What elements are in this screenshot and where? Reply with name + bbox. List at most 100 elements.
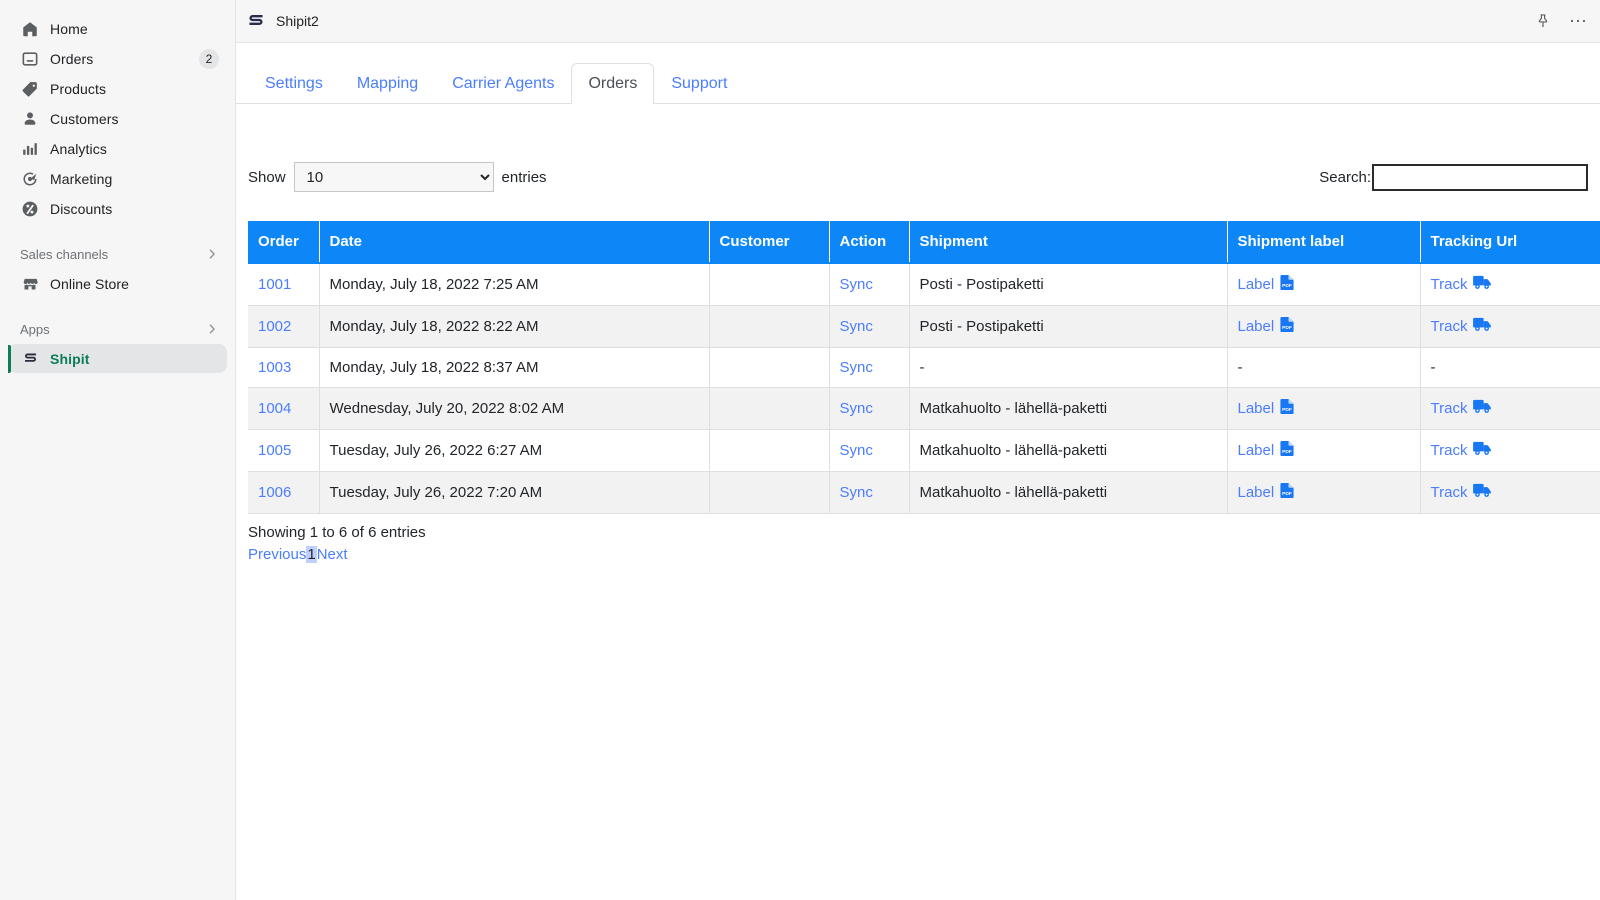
tab-mapping[interactable]: Mapping xyxy=(340,63,435,104)
cell-date: Tuesday, July 26, 2022 6:27 AM xyxy=(319,430,709,472)
tab-orders[interactable]: Orders xyxy=(571,63,654,104)
order-link[interactable]: 1005 xyxy=(258,442,291,459)
sidebar: Home Orders 2 Products Customers A xyxy=(0,0,236,900)
cell-action: Sync xyxy=(829,263,909,306)
datatable-info: Showing 1 to 6 of 6 entries xyxy=(248,522,1588,544)
track-link[interactable]: Track xyxy=(1431,442,1468,459)
track-link[interactable]: Track xyxy=(1431,400,1468,417)
sidebar-item-online-store[interactable]: Online Store xyxy=(8,269,227,298)
cell-date: Monday, July 18, 2022 7:25 AM xyxy=(319,263,709,306)
table-row: 1002 Monday, July 18, 2022 8:22 AM Sync … xyxy=(248,306,1600,348)
customers-icon xyxy=(20,109,40,129)
sidebar-item-label: Marketing xyxy=(50,171,219,187)
ellipsis-icon[interactable]: ⋯ xyxy=(1569,16,1588,26)
svg-text:PDF: PDF xyxy=(1282,325,1292,331)
track-link[interactable]: Track xyxy=(1431,318,1468,335)
pagination: Previous1Next xyxy=(248,544,1588,566)
sync-link[interactable]: Sync xyxy=(840,359,873,376)
truck-icon xyxy=(1473,399,1492,418)
col-customer[interactable]: Customer xyxy=(709,221,829,263)
svg-text:PDF: PDF xyxy=(1282,283,1292,289)
discounts-icon xyxy=(20,199,40,219)
cell-action: Sync xyxy=(829,472,909,514)
tab-carrier-agents[interactable]: Carrier Agents xyxy=(435,63,571,104)
app-titlebar: Shipit2 ⋯ xyxy=(236,0,1600,43)
col-action[interactable]: Action xyxy=(829,221,909,263)
cell-shipment-label: Label PDF xyxy=(1227,306,1420,348)
cell-action: Sync xyxy=(829,430,909,472)
cell-customer xyxy=(709,388,829,430)
sidebar-item-orders[interactable]: Orders 2 xyxy=(8,44,227,73)
sidebar-item-marketing[interactable]: Marketing xyxy=(8,164,227,193)
store-icon xyxy=(20,274,40,294)
sidebar-item-label: Shipit xyxy=(50,351,219,367)
label-link[interactable]: Label xyxy=(1238,400,1275,417)
table-row: 1003 Monday, July 18, 2022 8:37 AM Sync … xyxy=(248,348,1600,388)
col-date[interactable]: Date xyxy=(319,221,709,263)
col-order[interactable]: Order xyxy=(248,221,319,263)
cell-order: 1001 xyxy=(248,263,319,306)
pin-icon[interactable] xyxy=(1535,13,1551,29)
cell-tracking-url: Track xyxy=(1420,306,1600,348)
sidebar-item-shipit[interactable]: Shipit xyxy=(8,344,227,373)
pagination-page-1[interactable]: 1 xyxy=(306,546,316,563)
order-link[interactable]: 1003 xyxy=(258,359,291,376)
label-link[interactable]: Label xyxy=(1238,442,1275,459)
sidebar-item-analytics[interactable]: Analytics xyxy=(8,134,227,163)
sidebar-item-products[interactable]: Products xyxy=(8,74,227,103)
page-length-select[interactable]: 102550100 xyxy=(294,162,494,192)
pagination-previous[interactable]: Previous xyxy=(248,546,306,563)
label-link[interactable]: Label xyxy=(1238,276,1275,293)
cell-order: 1006 xyxy=(248,472,319,514)
sidebar-section-sales-channels[interactable]: Sales channels xyxy=(8,241,227,267)
cell-shipment-label: Label PDF xyxy=(1227,263,1420,306)
sync-link[interactable]: Sync xyxy=(840,318,873,335)
order-link[interactable]: 1006 xyxy=(258,484,291,501)
pdf-icon: PDF xyxy=(1280,441,1294,460)
order-link[interactable]: 1002 xyxy=(258,318,291,335)
sync-link[interactable]: Sync xyxy=(840,276,873,293)
cell-date: Monday, July 18, 2022 8:22 AM xyxy=(319,306,709,348)
search-input[interactable] xyxy=(1372,164,1588,191)
show-label: Show xyxy=(248,169,286,186)
label-link[interactable]: Label xyxy=(1238,484,1275,501)
sidebar-item-customers[interactable]: Customers xyxy=(8,104,227,133)
sync-link[interactable]: Sync xyxy=(840,400,873,417)
sidebar-item-discounts[interactable]: Discounts xyxy=(8,194,227,223)
cell-order: 1003 xyxy=(248,348,319,388)
sidebar-item-label: Products xyxy=(50,81,219,97)
order-link[interactable]: 1004 xyxy=(258,400,291,417)
cell-customer xyxy=(709,306,829,348)
chevron-right-icon[interactable] xyxy=(205,322,219,336)
label-link[interactable]: Label xyxy=(1238,318,1275,335)
track-link[interactable]: Track xyxy=(1431,484,1468,501)
sidebar-item-home[interactable]: Home xyxy=(8,14,227,43)
track-link[interactable]: Track xyxy=(1431,276,1468,293)
sync-link[interactable]: Sync xyxy=(840,442,873,459)
sidebar-section-label: Apps xyxy=(20,322,50,337)
cell-order: 1005 xyxy=(248,430,319,472)
cell-tracking-url: Track xyxy=(1420,388,1600,430)
table-header-row: Order Date Customer Action Shipment Ship… xyxy=(248,221,1600,263)
cell-tracking-url: Track xyxy=(1420,430,1600,472)
tab-support[interactable]: Support xyxy=(654,63,744,104)
order-link[interactable]: 1001 xyxy=(258,276,291,293)
truck-icon xyxy=(1473,275,1492,294)
tab-settings[interactable]: Settings xyxy=(248,63,340,104)
pagination-next[interactable]: Next xyxy=(317,546,348,563)
cell-date: Monday, July 18, 2022 8:37 AM xyxy=(319,348,709,388)
col-shipment[interactable]: Shipment xyxy=(909,221,1227,263)
sidebar-section-apps[interactable]: Apps xyxy=(8,316,227,342)
home-icon xyxy=(20,19,40,39)
main-area: Shipit2 ⋯ Settings Mapping Carrier Agent… xyxy=(236,0,1600,900)
cell-shipment: Matkahuolto - lähellä-paketti xyxy=(909,388,1227,430)
sidebar-item-label: Discounts xyxy=(50,201,219,217)
chevron-right-icon[interactable] xyxy=(205,247,219,261)
table-row: 1004 Wednesday, July 20, 2022 8:02 AM Sy… xyxy=(248,388,1600,430)
col-tracking-url[interactable]: Tracking Url xyxy=(1420,221,1600,263)
orders-table: Order Date Customer Action Shipment Ship… xyxy=(248,221,1600,514)
table-header: Order Date Customer Action Shipment Ship… xyxy=(248,221,1600,263)
entries-label: entries xyxy=(502,169,547,186)
sync-link[interactable]: Sync xyxy=(840,484,873,501)
col-shipment-label[interactable]: Shipment label xyxy=(1227,221,1420,263)
